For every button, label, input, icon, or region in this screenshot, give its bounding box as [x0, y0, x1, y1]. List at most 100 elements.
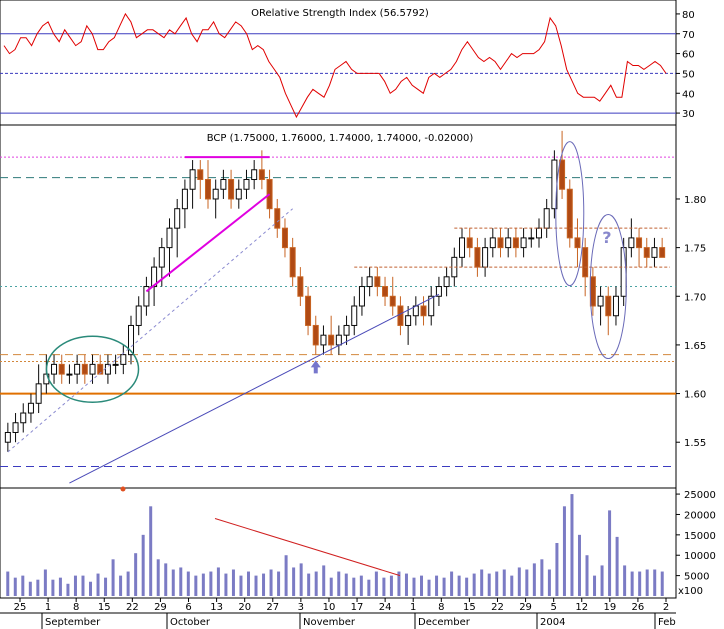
price-candle — [328, 334, 335, 346]
x-tick-label: 15 — [463, 602, 476, 613]
volume-bar — [307, 573, 311, 596]
volume-bar — [645, 569, 649, 596]
price-candle — [559, 159, 566, 190]
volume-bar — [450, 571, 454, 596]
volume-bar — [164, 563, 168, 596]
volume-bar — [21, 575, 25, 596]
rsi-title: ORelative Strength Index (56.5792) — [251, 8, 429, 19]
volume-bar — [104, 577, 108, 596]
volume-bar — [359, 575, 363, 596]
dashed-trendline — [7, 208, 293, 453]
volume-bar — [389, 575, 393, 596]
volume-bar — [262, 573, 266, 596]
volume-tick-label: 25000 — [684, 490, 716, 501]
volume-bar — [525, 569, 529, 596]
x-tick-label: 26 — [632, 602, 645, 613]
x-tick-label: 8 — [73, 602, 79, 613]
volume-tick-label: 5000 — [684, 572, 709, 583]
volume-bar — [623, 565, 627, 596]
volume-bar — [314, 571, 318, 596]
price-candle — [258, 169, 265, 181]
x-tick-label: 6 — [185, 602, 191, 613]
volume-bar — [81, 575, 85, 596]
price-candle — [243, 179, 250, 190]
price-candle — [566, 188, 573, 239]
volume-bar — [367, 579, 371, 596]
volume-bar — [43, 569, 47, 596]
chart-stage: 30 40 50 60 70 80 1.55 1.60 1.65 1.70 1.75 1.80? 5… — [0, 0, 724, 629]
x-tick-label: 20 — [238, 602, 251, 613]
price-candle — [120, 354, 127, 365]
volume-bar — [89, 581, 93, 596]
price-candle — [459, 237, 466, 258]
price-tick-label: 1.65 — [684, 341, 706, 352]
x-tick-label: 12 — [575, 602, 588, 613]
price-tick-label: 1.60 — [684, 390, 706, 401]
price-candle — [158, 247, 165, 268]
volume-bar — [66, 583, 70, 596]
rsi-tick-label: 50 — [682, 69, 695, 80]
volume-bar — [284, 555, 288, 596]
price-frame — [0, 124, 677, 489]
price-candle — [620, 247, 627, 297]
volume-bar — [600, 565, 604, 596]
price-candle — [351, 305, 358, 326]
price-candle — [597, 295, 604, 307]
x-tick-label: 1 — [45, 602, 51, 613]
price-candle — [51, 363, 58, 375]
price-candle — [574, 237, 581, 249]
stock-chart: 30 40 50 60 70 80 1.55 1.60 1.65 1.70 1.75 1.80? 5… — [0, 0, 716, 629]
price-candle — [228, 179, 235, 200]
price-candle — [405, 315, 412, 326]
price-candle — [397, 305, 404, 326]
volume-bar — [374, 571, 378, 596]
price-candle — [189, 169, 196, 190]
volume-bar — [141, 534, 145, 596]
volume-bar — [593, 575, 597, 596]
long-trendline — [69, 293, 440, 484]
volume-bar — [562, 506, 566, 596]
volume-bar — [502, 569, 506, 596]
month-label: 2004 — [540, 617, 565, 628]
price-candle — [543, 208, 550, 229]
x-tick-label: 8 — [438, 602, 444, 613]
volume-bar — [653, 569, 657, 596]
x-tick-label: 15 — [98, 602, 111, 613]
rsi-tick-label: 30 — [682, 109, 695, 120]
price-candle — [20, 412, 27, 424]
volume-bar — [540, 559, 544, 596]
x-tick-label: 13 — [210, 602, 223, 613]
price-candle — [4, 431, 11, 443]
rsi-tick-label: 80 — [682, 10, 695, 21]
price-tick-label: 1.70 — [684, 292, 706, 303]
volume-bar — [224, 573, 228, 596]
x-tick-label: 25 — [14, 602, 27, 613]
volume-bar — [585, 555, 589, 596]
price-candle — [628, 237, 635, 249]
price-candle — [466, 237, 473, 249]
price-title: BCP (1.75000, 1.76000, 1.74000, 1.74000,… — [207, 133, 474, 144]
x-tick-label: 29 — [154, 602, 167, 613]
volume-bar — [36, 579, 40, 596]
volume-bar — [277, 571, 281, 596]
volume-bar — [344, 573, 348, 596]
price-candle — [659, 247, 666, 258]
price-candle — [528, 237, 535, 240]
price-candle — [612, 295, 619, 317]
price-candle — [12, 422, 19, 433]
volume-bar — [13, 577, 17, 596]
month-label: December — [418, 617, 471, 628]
volume-marker — [120, 486, 126, 492]
price-candle — [497, 237, 504, 249]
volume-bar — [427, 579, 431, 596]
volume-bar — [171, 569, 175, 596]
volume-bar — [111, 559, 115, 596]
month-label: Feb — [658, 617, 676, 628]
price-candle — [212, 188, 219, 200]
volume-panel: 5000 10000 15000 20000 25000 x100 — [0, 486, 716, 599]
price-candle — [220, 179, 227, 190]
price-candle — [112, 363, 119, 366]
volume-scale-label: x100 — [678, 586, 703, 597]
volume-bar — [382, 577, 386, 596]
price-panel: 1.55 1.60 1.65 1.70 1.75 1.80? — [0, 124, 706, 489]
